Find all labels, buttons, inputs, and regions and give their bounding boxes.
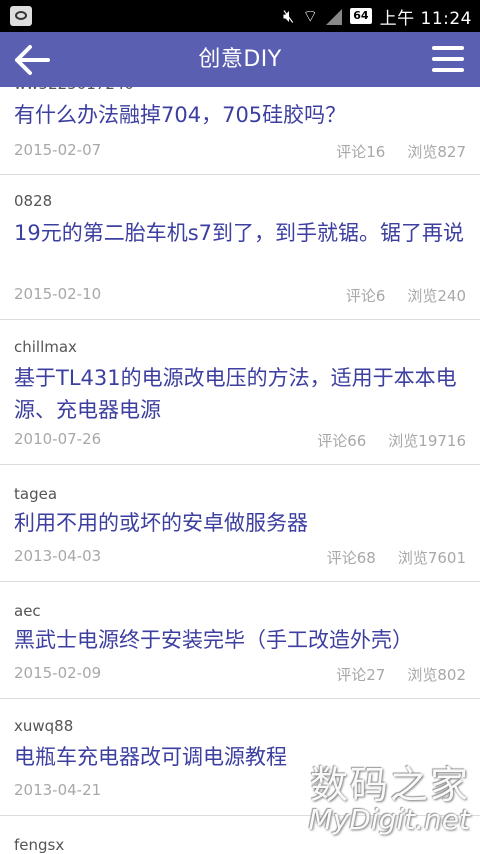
comment-count: 评论6 bbox=[345, 287, 386, 305]
watermark-cn: 数码之家 bbox=[309, 763, 470, 807]
list-item[interactable]: aec 黑武士电源终于安装完毕（手工改造外壳） 2015-02-09 评论27 浏… bbox=[0, 582, 480, 699]
app-bar: 创意DIY bbox=[0, 32, 480, 87]
post-author: chillmax bbox=[14, 338, 77, 356]
post-date: 2015-02-09 bbox=[14, 664, 102, 682]
watermark: 数码之家 MyDigit.net bbox=[309, 754, 470, 836]
status-bar: 🔇︎ ⌔ 64 上午 11:24 bbox=[0, 0, 480, 32]
post-title[interactable]: 黑武士电源终于安装完毕（手工改造外壳） bbox=[14, 624, 468, 656]
post-list[interactable]: ww5225017240 有什么办法融掉704，705硅胶吗？ 2015-02-… bbox=[0, 87, 480, 854]
watermark-en: MyDigit.net bbox=[308, 803, 470, 836]
post-date: 2015-02-10 bbox=[14, 285, 102, 303]
post-title[interactable]: 19元的第二胎车机s7到了，到手就锯。锯了再说 bbox=[14, 217, 468, 249]
view-count: 浏览7601 bbox=[397, 549, 466, 567]
post-title[interactable]: 基于TL431的电源改电压的方法，适用于本本电源、充电器电源 bbox=[14, 362, 468, 426]
app-icon bbox=[10, 6, 32, 26]
post-date: 2015-02-07 bbox=[14, 141, 102, 159]
post-author: xuwq88 bbox=[14, 717, 74, 735]
post-date: 2010-07-26 bbox=[14, 430, 102, 448]
battery-icon: 64 bbox=[350, 8, 372, 24]
list-item[interactable]: chillmax 基于TL431的电源改电压的方法，适用于本本电源、充电器电源 … bbox=[0, 320, 480, 465]
post-author: 0828 bbox=[14, 192, 53, 210]
menu-button[interactable] bbox=[432, 46, 464, 74]
view-count: 浏览19716 bbox=[388, 432, 466, 450]
post-author: tagea bbox=[14, 485, 58, 503]
list-item[interactable]: ww5225017240 有什么办法融掉704，705硅胶吗？ 2015-02-… bbox=[0, 87, 480, 175]
page-title: 创意DIY bbox=[198, 47, 282, 72]
comment-count: 评论27 bbox=[336, 666, 386, 684]
comment-count: 评论66 bbox=[317, 432, 367, 450]
post-date: 2013-04-21 bbox=[14, 781, 102, 799]
status-icons: 🔇︎ ⌔ 64 上午 11:24 bbox=[282, 5, 472, 29]
post-title[interactable]: 有什么办法融掉704，705硅胶吗？ bbox=[14, 99, 468, 131]
view-count: 浏览802 bbox=[407, 666, 466, 684]
post-date: 2013-04-03 bbox=[14, 547, 102, 565]
post-author: ww5225017240 bbox=[14, 87, 134, 93]
post-author: fengsx bbox=[14, 836, 65, 854]
post-title[interactable]: 利用不用的或坏的安卓做服务器 bbox=[14, 507, 468, 539]
signal-icon bbox=[326, 7, 343, 25]
post-author: aec bbox=[14, 602, 41, 620]
view-count: 浏览827 bbox=[407, 143, 466, 161]
view-count: 浏览240 bbox=[407, 287, 466, 305]
list-item[interactable]: 0828 19元的第二胎车机s7到了，到手就锯。锯了再说 2015-02-10 … bbox=[0, 175, 480, 320]
hamburger-menu-icon bbox=[432, 46, 464, 50]
comment-count: 评论68 bbox=[326, 549, 376, 567]
status-time: 上午 11:24 bbox=[379, 8, 472, 29]
mute-icon: 🔇︎ bbox=[282, 5, 295, 27]
list-item[interactable]: tagea 利用不用的或坏的安卓做服务器 2013-04-03 评论68 浏览76… bbox=[0, 465, 480, 582]
wifi-icon: ⌔ bbox=[302, 6, 319, 27]
comment-count: 评论16 bbox=[336, 143, 386, 161]
